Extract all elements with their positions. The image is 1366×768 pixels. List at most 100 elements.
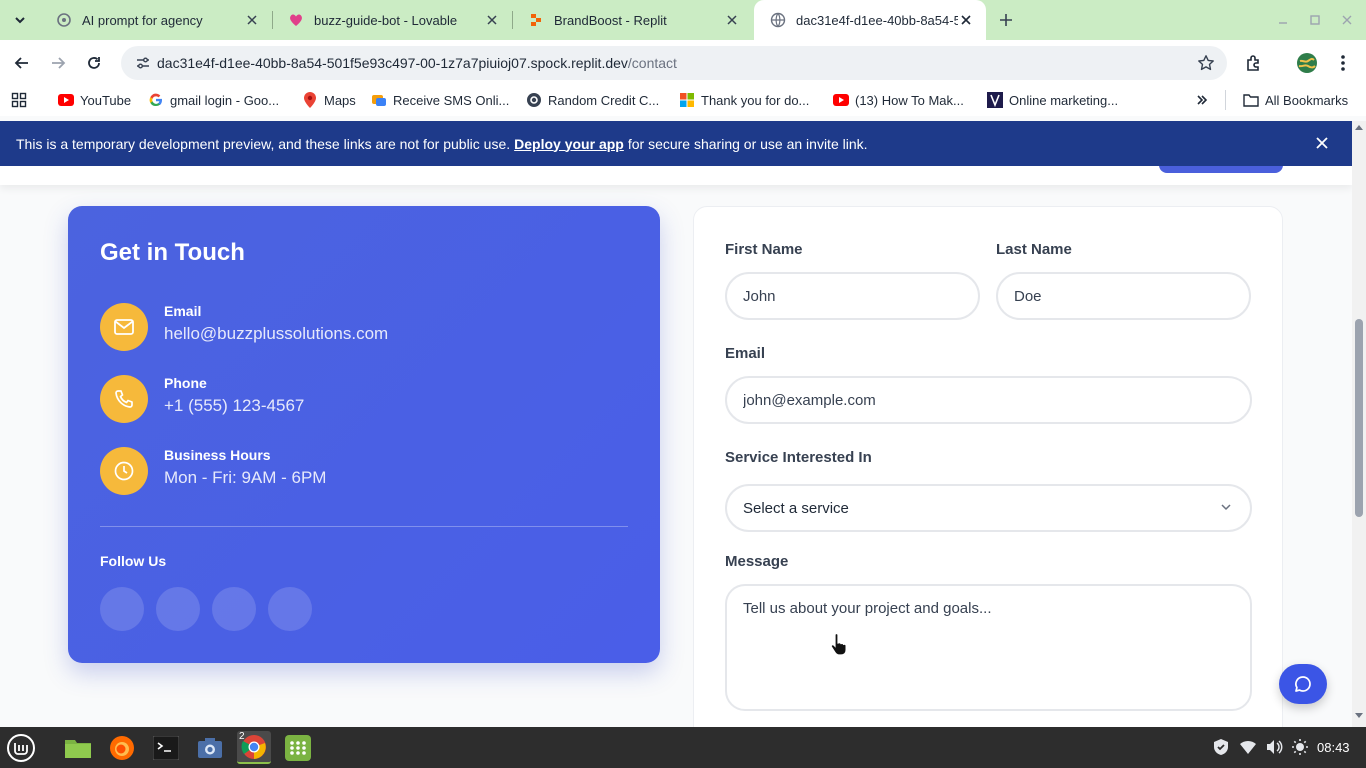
- close-icon[interactable]: [1314, 135, 1330, 151]
- bookmark-receive-sms[interactable]: Receive SMS Onli...: [371, 90, 509, 110]
- close-window-button[interactable]: [1339, 12, 1355, 28]
- header-cta-button[interactable]: [1159, 165, 1283, 173]
- tab-lovable[interactable]: buzz-guide-bot - Lovable: [272, 0, 512, 40]
- start-menu-button[interactable]: [4, 731, 38, 764]
- reload-button[interactable]: [81, 50, 107, 76]
- folder-icon: [1243, 92, 1259, 108]
- terminal-icon: [153, 735, 179, 760]
- arrow-right-icon: [52, 57, 66, 69]
- avatar-icon: [1297, 53, 1317, 73]
- more-bookmarks-button[interactable]: [1196, 90, 1208, 110]
- shield-icon[interactable]: [1212, 738, 1230, 756]
- bookmark-gmail-login[interactable]: gmail login - Goo...: [148, 90, 279, 110]
- bookmark-thank-you[interactable]: Thank you for do...: [679, 90, 809, 110]
- last-name-input[interactable]: [996, 272, 1251, 320]
- maps-icon: [302, 92, 318, 108]
- brightness-icon[interactable]: [1291, 738, 1309, 756]
- bookmark-how-to-make[interactable]: (13) How To Mak...: [833, 90, 964, 110]
- scrollbar-thumb[interactable]: [1355, 319, 1363, 517]
- hours-icon-circle: [100, 447, 148, 495]
- all-bookmarks-button[interactable]: All Bookmarks: [1243, 90, 1348, 110]
- taskbar-terminal[interactable]: [149, 731, 183, 764]
- tab-search-button[interactable]: [8, 8, 32, 32]
- bookmark-maps[interactable]: Maps: [302, 90, 356, 110]
- bookmark-label: Random Credit C...: [548, 92, 660, 108]
- taskbar-screenshot[interactable]: [193, 731, 227, 764]
- bookmark-youtube[interactable]: YouTube: [58, 90, 131, 110]
- site-settings-icon[interactable]: [135, 55, 151, 71]
- microsoft-icon: [679, 92, 695, 108]
- tab-title: dac31e4f-d1ee-40bb-8a54-5: [796, 12, 958, 28]
- browser-menu-button[interactable]: [1330, 50, 1356, 76]
- first-name-input[interactable]: [725, 272, 980, 320]
- url-text[interactable]: dac31e4f-d1ee-40bb-8a54-501f5e93c497-00-…: [157, 55, 677, 71]
- wifi-icon[interactable]: [1239, 738, 1257, 756]
- chat-widget-button[interactable]: [1279, 664, 1327, 704]
- message-label: Message: [725, 553, 789, 570]
- openai-icon: [56, 12, 72, 28]
- social-link-4[interactable]: [268, 587, 312, 631]
- bookmark-label: YouTube: [80, 92, 132, 108]
- bookmarks-bar: YouTube gmail login - Goo... Maps Receiv…: [0, 85, 1366, 116]
- window-count-badge: 2: [239, 731, 245, 742]
- deploy-app-link[interactable]: Deploy your app: [514, 136, 624, 152]
- profile-avatar[interactable]: [1294, 50, 1320, 76]
- lovable-heart-icon: [288, 12, 304, 28]
- contact-hours-value: Mon - Fri: 9AM - 6PM: [164, 468, 327, 487]
- service-select[interactable]: Select a service: [725, 484, 1252, 532]
- email-label: Email: [725, 345, 766, 362]
- extensions-button[interactable]: [1241, 50, 1267, 76]
- forward-button[interactable]: [45, 50, 71, 76]
- tab-title: buzz-guide-bot - Lovable: [314, 12, 458, 28]
- tab-ai-prompt[interactable]: AI prompt for agency: [40, 0, 272, 40]
- last-name-label: Last Name: [996, 241, 1072, 258]
- social-link-2[interactable]: [156, 587, 200, 631]
- maximize-button[interactable]: [1307, 12, 1323, 28]
- taskbar-clock[interactable]: 08:43: [1317, 740, 1350, 755]
- minimize-button[interactable]: [1275, 12, 1291, 28]
- social-link-3[interactable]: [212, 587, 256, 631]
- url-host: dac31e4f-d1ee-40bb-8a54-501f5e93c497-00-…: [157, 55, 628, 71]
- close-icon[interactable]: [724, 12, 740, 28]
- scroll-down-arrow-icon[interactable]: [1355, 713, 1363, 719]
- bookmark-online-marketing[interactable]: Online marketing...: [987, 90, 1118, 110]
- new-tab-button[interactable]: [994, 8, 1018, 32]
- taskbar-calculator[interactable]: [281, 731, 315, 764]
- close-icon[interactable]: [958, 12, 974, 28]
- tab-contact-preview[interactable]: dac31e4f-d1ee-40bb-8a54-5: [754, 0, 986, 40]
- message-textarea[interactable]: [725, 584, 1252, 711]
- replit-icon: [528, 12, 544, 28]
- page-scrollbar[interactable]: [1352, 121, 1366, 727]
- taskbar-files[interactable]: [61, 731, 95, 764]
- arrow-left-icon: [14, 57, 28, 69]
- bookmarks-separator: [1225, 90, 1226, 110]
- camera-icon: [198, 737, 222, 758]
- contact-phone-value[interactable]: +1 (555) 123-4567: [164, 396, 304, 416]
- scroll-up-arrow-icon[interactable]: [1355, 124, 1363, 130]
- tab-strip: AI prompt for agency buzz-guide-bot - Lo…: [0, 0, 1366, 40]
- maximize-icon: [1310, 15, 1320, 25]
- bookmark-star-icon[interactable]: [1197, 54, 1215, 72]
- contact-title: Get in Touch: [100, 239, 245, 266]
- social-link-1[interactable]: [100, 587, 144, 631]
- email-field[interactable]: [725, 376, 1252, 424]
- vercel-icon: [987, 92, 1003, 108]
- first-name-label: First Name: [725, 241, 803, 258]
- taskbar-chrome[interactable]: 2: [237, 731, 271, 764]
- tab-replit[interactable]: BrandBoost - Replit: [512, 0, 752, 40]
- apps-button[interactable]: [11, 90, 33, 110]
- close-icon[interactable]: [244, 12, 260, 28]
- taskbar-firefox[interactable]: [105, 731, 139, 764]
- url-path: /contact: [627, 55, 677, 71]
- google-icon: [148, 92, 164, 108]
- back-button[interactable]: [9, 50, 35, 76]
- close-icon[interactable]: [484, 12, 500, 28]
- address-bar[interactable]: dac31e4f-d1ee-40bb-8a54-501f5e93c497-00-…: [121, 46, 1227, 80]
- taskbar: 2 08:43: [0, 727, 1366, 768]
- mail-icon: [114, 319, 134, 335]
- volume-icon[interactable]: [1265, 738, 1283, 756]
- contact-email-value[interactable]: hello@buzzplussolutions.com: [164, 324, 388, 344]
- bookmark-random-credit[interactable]: Random Credit C...: [526, 90, 659, 110]
- hand-pointer-cursor: [830, 633, 847, 656]
- tab-title: BrandBoost - Replit: [554, 12, 667, 28]
